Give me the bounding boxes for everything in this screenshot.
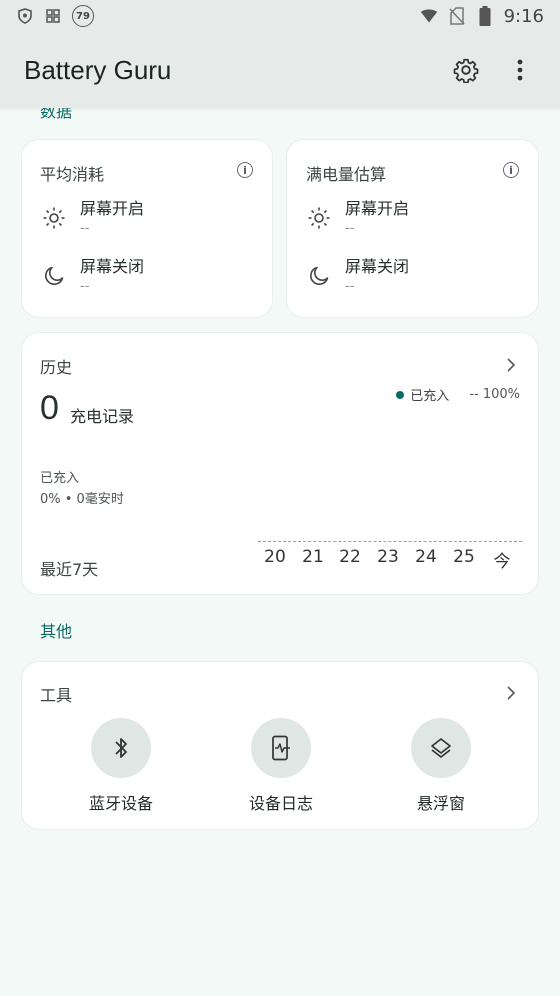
screen-off-label: 屏幕关闭	[345, 257, 410, 276]
app-bar: Battery Guru	[0, 32, 560, 108]
moon-icon	[307, 264, 331, 288]
settings-gear-icon[interactable]	[450, 54, 482, 86]
screen-on-label: 屏幕开启	[80, 199, 145, 218]
section-title-other: 其他	[40, 622, 73, 641]
tools-card: 工具 蓝牙设备 设备日志 悬浮窗	[21, 661, 539, 830]
day-label: 今	[493, 552, 511, 572]
screen-on-row: 屏幕开启 --	[307, 198, 409, 238]
layers-icon	[411, 718, 471, 778]
screen-off-value: --	[80, 279, 90, 294]
charged-label: 已充入	[40, 471, 80, 486]
bluetooth-devices-label: 蓝牙设备	[88, 794, 153, 813]
full-charge-title: 满电量估算	[306, 165, 387, 184]
charged-value: 0% • 0毫安时	[40, 492, 124, 507]
floating-window-label: 悬浮窗	[416, 794, 465, 813]
floating-window-button[interactable]: 悬浮窗	[381, 718, 501, 814]
sun-icon	[42, 206, 66, 230]
chevron-right-icon[interactable]	[506, 685, 516, 700]
screen-off-value: --	[345, 279, 355, 294]
bluetooth-devices-button[interactable]: 蓝牙设备	[61, 718, 181, 814]
device-log-button[interactable]: 设备日志	[221, 718, 341, 814]
day-label: 20	[264, 547, 286, 567]
day-label: 22	[339, 547, 361, 567]
avg-consumption-title: 平均消耗	[40, 165, 105, 184]
info-icon[interactable]: i	[503, 162, 519, 178]
more-vert-icon[interactable]	[504, 54, 536, 86]
chart-legend: 已充入 -- 100%	[396, 385, 520, 404]
screen-off-row: 屏幕关闭 --	[42, 256, 144, 296]
device-log-icon	[251, 718, 311, 778]
shield-icon	[16, 7, 34, 25]
legend-dot	[396, 390, 405, 399]
bluetooth-icon	[91, 718, 151, 778]
screen-on-value: --	[345, 221, 355, 236]
charge-record-count: 0	[40, 389, 59, 427]
screen-on-label: 屏幕开启	[345, 199, 410, 218]
screen-on-row: 屏幕开启 --	[42, 198, 144, 238]
screen-off-row: 屏幕关闭 --	[307, 256, 409, 296]
status-bar: 79 9:16	[0, 0, 560, 32]
day-label: 24	[415, 547, 437, 567]
wifi-icon	[420, 7, 438, 25]
baseline	[258, 541, 522, 542]
day-label: 23	[377, 547, 399, 567]
info-icon[interactable]: i	[237, 162, 253, 178]
no-sim-icon	[448, 7, 466, 25]
moon-icon	[42, 264, 66, 288]
period-label: 最近7天	[40, 560, 99, 579]
screen-off-label: 屏幕关闭	[80, 257, 145, 276]
day-label: 25	[453, 547, 475, 567]
chevron-right-icon[interactable]	[506, 357, 516, 372]
screen-on-value: --	[80, 221, 90, 236]
tools-title: 工具	[40, 686, 73, 705]
battery-icon	[476, 6, 494, 26]
sun-icon	[307, 206, 331, 230]
legend-value: -- 100%	[469, 387, 520, 402]
charge-record-label: 充电记录	[70, 407, 135, 426]
day-label: 21	[302, 547, 324, 567]
history-card[interactable]: 历史 0 充电记录 已充入 -- 100% 已充入 0% • 0毫安时 最近7天…	[21, 332, 539, 595]
avg-consumption-card[interactable]: 平均消耗 i 屏幕开启 -- 屏幕关闭 --	[21, 139, 273, 318]
app-title: Battery Guru	[24, 54, 172, 85]
legend-label: 已充入	[410, 389, 450, 404]
clock: 9:16	[503, 5, 544, 27]
device-log-label: 设备日志	[248, 794, 313, 813]
full-charge-estimate-card[interactable]: 满电量估算 i 屏幕开启 -- 屏幕关闭 --	[286, 139, 539, 318]
history-title: 历史	[40, 358, 73, 377]
grid-apps-icon	[44, 7, 62, 25]
notification-badge: 79	[72, 5, 94, 27]
